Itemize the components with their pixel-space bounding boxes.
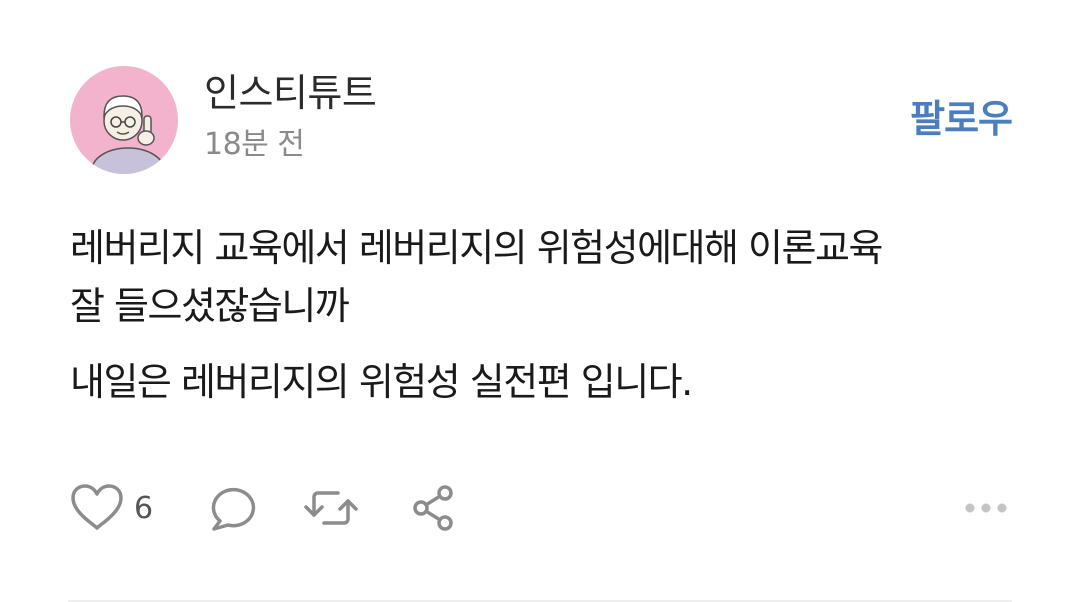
post-card: 인스티튜트 18분 전 팔로우 레버리지 교육에서 레버리지의 위험성에대해 이… — [0, 0, 1080, 602]
action-bar: 6 — [70, 480, 1008, 536]
share-icon — [413, 485, 453, 531]
repost-button[interactable] — [302, 480, 360, 536]
more-icon — [965, 503, 1007, 513]
post-paragraph-1: 레버리지 교육에서 레버리지의 위험성에대해 이론교육 잘 들으셨잖습니까 — [70, 219, 1030, 335]
heart-icon — [71, 484, 123, 530]
post-timestamp: 18분 전 — [204, 127, 305, 162]
more-options-button[interactable] — [964, 480, 1008, 536]
post-line-2: 잘 들으셨잖습니까 — [70, 284, 350, 328]
like-count: 6 — [134, 490, 154, 526]
like-button[interactable]: 6 — [70, 480, 153, 536]
comment-icon — [211, 487, 256, 531]
repost-icon — [304, 491, 358, 525]
post-paragraph-2: 내일은 레버리지의 위험성 실전편 입니다. — [70, 360, 693, 404]
avatar[interactable] — [70, 66, 178, 174]
post-body: 레버리지 교육에서 레버리지의 위험성에대해 이론교육 잘 들으셨잖습니까 내일… — [70, 219, 1030, 411]
share-button[interactable] — [408, 480, 458, 536]
follow-button[interactable]: 팔로우 — [910, 96, 1013, 142]
avatar-illustration — [91, 95, 165, 174]
comment-button[interactable] — [206, 480, 256, 536]
post-line-1: 레버리지 교육에서 레버리지의 위험성에대해 이론교육 — [70, 226, 883, 270]
author-name[interactable]: 인스티튜트 — [204, 70, 377, 116]
